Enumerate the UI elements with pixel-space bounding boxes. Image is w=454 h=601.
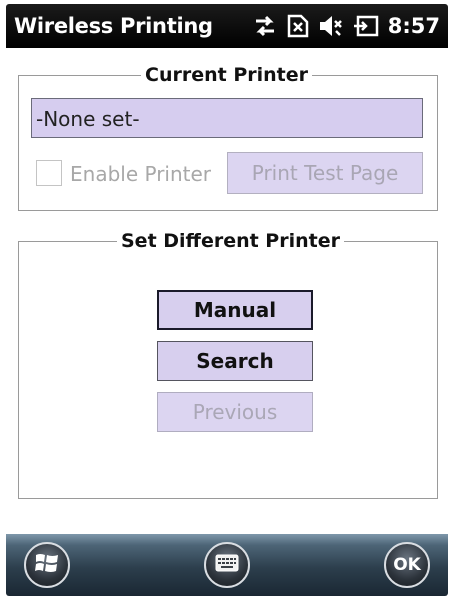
clock: 8:57 — [387, 14, 440, 38]
softkey-bar: OK — [6, 534, 448, 596]
ok-button[interactable]: OK — [384, 542, 430, 588]
current-printer-field[interactable]: -None set- — [31, 98, 423, 138]
enable-printer-checkbox[interactable] — [36, 160, 62, 186]
set-different-printer-group: Set Different Printer Manual Search Prev… — [18, 230, 438, 499]
device-screen: Wireless Printing 8:57 Current Printer -… — [6, 4, 448, 596]
no-sim-icon — [286, 13, 310, 39]
sync-arrows-icon — [252, 14, 278, 38]
speaker-muted-icon — [318, 13, 344, 39]
set-different-printer-legend: Set Different Printer — [117, 230, 344, 252]
windows-start-icon — [34, 551, 60, 580]
title-bar: Wireless Printing 8:57 — [6, 4, 448, 48]
ok-label: OK — [393, 555, 421, 575]
current-printer-legend: Current Printer — [141, 64, 312, 86]
enable-printer-label[interactable]: Enable Printer — [70, 162, 211, 186]
search-button[interactable]: Search — [157, 341, 313, 381]
battery-charging-icon — [352, 14, 380, 38]
status-icons: 8:57 — [252, 12, 440, 40]
previous-button[interactable]: Previous — [157, 392, 313, 432]
manual-button[interactable]: Manual — [157, 290, 313, 330]
app-title: Wireless Printing — [14, 14, 213, 38]
keyboard-icon — [215, 554, 239, 577]
start-button[interactable] — [24, 542, 70, 588]
keyboard-button[interactable] — [204, 542, 250, 588]
current-printer-group: Current Printer -None set- Enable Printe… — [18, 64, 438, 211]
print-test-page-button[interactable]: Print Test Page — [227, 152, 423, 194]
